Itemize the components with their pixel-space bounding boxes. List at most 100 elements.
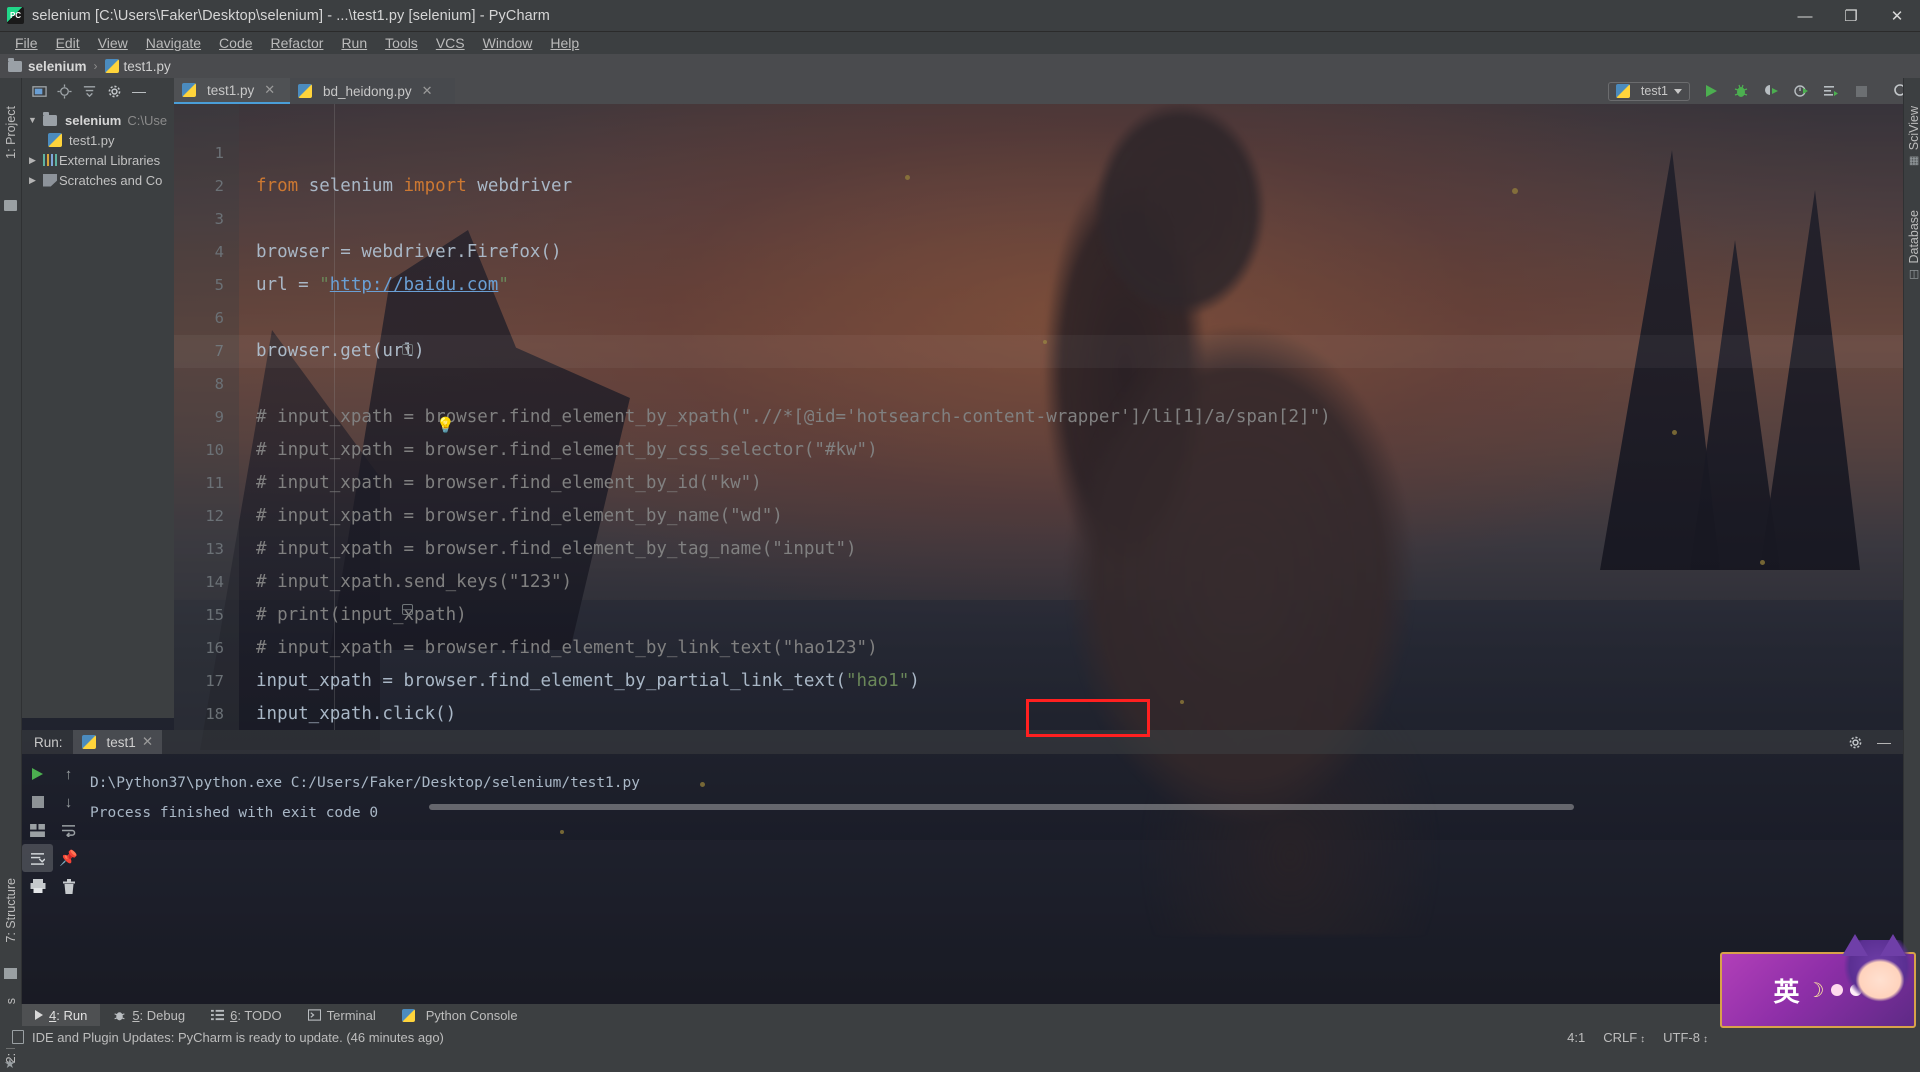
database-icon: ◫ [1909, 269, 1919, 282]
python-file-icon [105, 59, 119, 73]
tool-window-button-todo[interactable]: 6: TODO [198, 1004, 295, 1026]
editor-tab-test1[interactable]: test1.py ✕ [174, 78, 290, 104]
run-console-output[interactable]: D:\Python37\python.exe C:/Users/Faker/De… [90, 754, 1890, 1004]
sidebar-tab-project[interactable]: 1: Project [1, 106, 21, 159]
breadcrumb-project[interactable]: selenium [8, 59, 87, 74]
scroll-down-button[interactable]: ↓ [53, 788, 84, 816]
tool-window-python-console-label: Python Console [426, 1008, 518, 1023]
print-button[interactable] [22, 872, 53, 900]
soft-wrap-icon [61, 824, 76, 837]
close-button[interactable]: ✕ [1874, 0, 1920, 32]
stop-icon [32, 796, 44, 808]
chevron-right-icon[interactable]: ▶ [26, 155, 39, 166]
tree-node-test1[interactable]: test1.py [22, 130, 174, 150]
event-log-icon[interactable] [12, 1030, 24, 1044]
structure-stripe-icon [4, 968, 17, 979]
menu-code-label: Code [219, 35, 252, 51]
maximize-button[interactable]: ❐ [1828, 0, 1874, 32]
tool-window-button-debug[interactable]: 5: Debug [100, 1004, 198, 1026]
rerun-button[interactable] [22, 760, 53, 788]
menu-item-tools[interactable]: Tools [376, 33, 427, 53]
menu-item-navigate[interactable]: Navigate [137, 33, 210, 53]
code-line: 13 # input_xpath.send_keys("123") [174, 500, 1903, 533]
menu-item-run[interactable]: Run [332, 33, 376, 53]
code-editor[interactable]: 1 from selenium import webdriver 2 3 bro… [174, 104, 1903, 730]
tool-window-button-run[interactable]: 4: Run [22, 1004, 100, 1026]
menu-item-window[interactable]: Window [474, 33, 542, 53]
select-opened-file-icon[interactable] [32, 84, 47, 99]
code-line: 17 input_xpath.click() [174, 632, 1903, 665]
tree-node-external-libraries-label: External Libraries [59, 153, 160, 168]
hide-window-icon[interactable]: — [1877, 737, 1891, 747]
tree-node-selenium[interactable]: ▼ selenium C:\Use [22, 110, 174, 130]
scroll-to-end-icon [30, 852, 45, 865]
menu-item-help[interactable]: Help [541, 33, 588, 53]
pin-icon: 📌 [59, 849, 78, 867]
sidebar-tab-database[interactable]: ◫ Database [1904, 210, 1920, 282]
breadcrumb-file[interactable]: test1.py [105, 59, 171, 74]
project-tree: ▼ selenium C:\Use test1.py ▶ External Li… [22, 104, 174, 190]
status-bar: IDE and Plugin Updates: PyCharm is ready… [0, 1026, 1920, 1048]
code-fold-marker[interactable]: ▼ [402, 344, 413, 355]
locate-icon[interactable] [57, 84, 72, 99]
soft-wrap-button[interactable] [53, 816, 84, 844]
project-panel-toolbar: — [22, 78, 174, 104]
tree-node-external-libraries[interactable]: ▶ External Libraries [22, 150, 174, 170]
pin-button[interactable]: 📌 [53, 844, 84, 872]
caret-position[interactable]: 4:1 [1567, 1030, 1585, 1045]
collapse-all-icon[interactable] [82, 84, 97, 99]
menu-item-file[interactable]: File [6, 33, 47, 53]
close-icon[interactable]: ✕ [422, 83, 433, 99]
code-line: 7 [174, 302, 1903, 335]
run-icon [35, 1010, 43, 1020]
folder-icon [8, 61, 22, 72]
layout-icon [30, 824, 45, 837]
folder-icon [43, 115, 57, 126]
tool-window-terminal-label: Terminal [327, 1008, 376, 1023]
scroll-up-button[interactable]: ↑ [53, 760, 84, 788]
close-icon[interactable]: ✕ [142, 734, 153, 750]
status-bar-left: IDE and Plugin Updates: PyCharm is ready… [12, 1030, 444, 1045]
editor-horizontal-scrollbar[interactable] [429, 804, 1574, 810]
scroll-to-end-button[interactable] [22, 844, 53, 872]
code-line: 18 [174, 665, 1903, 698]
tool-window-button-terminal[interactable]: Terminal [295, 1004, 389, 1026]
menu-item-edit[interactable]: Edit [47, 33, 89, 53]
tool-window-todo-label: : TODO [237, 1008, 281, 1023]
chevron-right-icon[interactable]: ▶ [26, 175, 39, 186]
code-line: 8 # input_xpath = browser.find_element_b… [174, 335, 1903, 368]
run-tab-test1[interactable]: test1 ✕ [73, 730, 163, 754]
code-text-area[interactable]: 1 from selenium import webdriver 2 3 bro… [174, 104, 1903, 730]
hide-icon[interactable]: — [132, 86, 146, 96]
menu-item-refactor[interactable]: Refactor [262, 33, 333, 53]
pycharm-logo-icon [7, 7, 24, 24]
menu-item-vcs[interactable]: VCS [427, 33, 474, 53]
sidebar-tab-structure-label: 7: Structure [4, 878, 18, 943]
menu-item-code[interactable]: Code [210, 33, 261, 53]
gear-icon[interactable] [1848, 735, 1863, 750]
tool-window-button-python-console[interactable]: Python Console [389, 1004, 531, 1026]
settings-gear-icon[interactable] [107, 84, 122, 99]
layout-button[interactable] [22, 816, 53, 844]
sidebar-tab-structure[interactable]: 7: Structure [1, 878, 21, 943]
menu-vcs-label: VCS [436, 35, 465, 51]
line-number: 18 [174, 698, 224, 731]
close-icon[interactable]: ✕ [264, 82, 275, 98]
run-window-header-buttons: — [1848, 730, 1891, 754]
code-line: 6 browser.get(url) [174, 269, 1903, 302]
encoding-widget[interactable]: UTF-8↕ [1663, 1030, 1708, 1045]
menu-item-view[interactable]: View [89, 33, 137, 53]
minimize-button[interactable]: — [1782, 0, 1828, 32]
clear-all-button[interactable] [53, 872, 84, 900]
lightbulb-icon[interactable]: 💡 [436, 416, 450, 432]
chevron-down-icon[interactable]: ▼ [26, 115, 39, 125]
code-fold-marker[interactable]: — [402, 604, 413, 615]
console-line: D:\Python37\python.exe C:/Users/Faker/De… [90, 768, 1890, 798]
stop-button[interactable] [22, 788, 53, 816]
sidebar-tab-sciview[interactable]: ▦ SciView [1904, 106, 1920, 168]
line-separator-widget[interactable]: CRLF↕ [1603, 1030, 1645, 1045]
left-tool-window-stripe: 1: Project 7: Structure 2: Favorites ★ [0, 78, 22, 1004]
status-message[interactable]: IDE and Plugin Updates: PyCharm is ready… [32, 1030, 444, 1045]
tree-node-scratches[interactable]: ▶ Scratches and Co [22, 170, 174, 190]
editor-tab-bd-heidong[interactable]: bd_heidong.py ✕ [290, 78, 455, 104]
